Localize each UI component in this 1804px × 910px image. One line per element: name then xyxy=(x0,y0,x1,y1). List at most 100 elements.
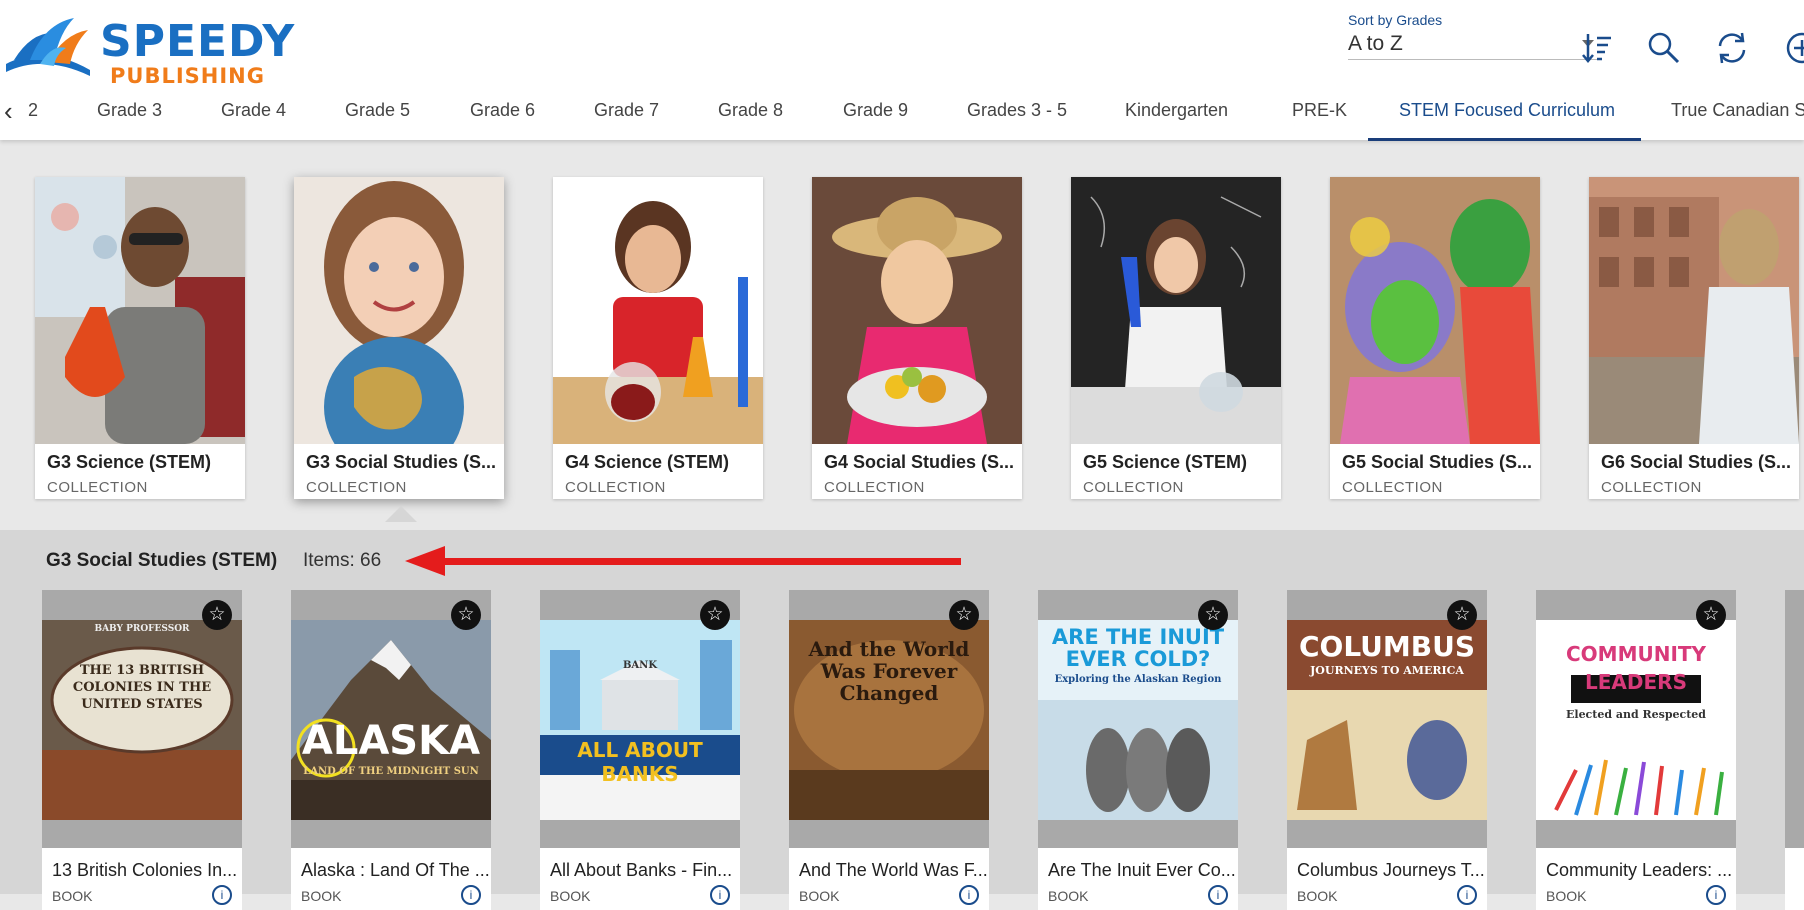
book-cover-subtitle: BANK xyxy=(622,660,658,671)
star-icon[interactable]: ☆ xyxy=(1696,600,1726,630)
collection-card[interactable]: G4 Social Studies (S... COLLECTION xyxy=(812,177,1022,499)
grade-tabs: ‹ 2 Grade 3 Grade 4 Grade 5 Grade 6 Grad… xyxy=(0,88,1804,142)
add-icon[interactable] xyxy=(1784,30,1804,66)
sort-label: Sort by Grades xyxy=(1348,12,1443,28)
book-cover-area: COLUMBUS JOURNEYS TO AMERICA ☆ xyxy=(1287,590,1487,848)
book-cover-title: ALL ABOUT BANKS xyxy=(577,738,703,786)
star-icon[interactable]: ☆ xyxy=(1198,600,1228,630)
sort-icon[interactable] xyxy=(1580,30,1616,66)
book-type: BOOK xyxy=(799,888,840,904)
star-icon[interactable]: ☆ xyxy=(949,600,979,630)
book-cover-title: ARE THE INUIT EVER COLD? xyxy=(1051,625,1225,671)
collection-title: G4 Social Studies (S... xyxy=(824,452,1015,472)
tab-grade-6[interactable]: Grade 6 xyxy=(470,100,535,121)
book-type: BOOK xyxy=(1546,888,1587,904)
tab-grade-7[interactable]: Grade 7 xyxy=(594,100,659,121)
collection-image xyxy=(294,177,504,444)
collection-card[interactable]: G5 Social Studies (S... COLLECTION xyxy=(1330,177,1540,499)
collection-image xyxy=(812,177,1022,444)
book-cover-area: ARE THE INUIT EVER COLD? Exploring the A… xyxy=(1038,590,1238,848)
collection-detail-panel: G3 Social Studies (STEM) Items: 66 BABY … xyxy=(0,530,1804,910)
collection-card[interactable]: G5 Science (STEM) COLLECTION xyxy=(1071,177,1281,499)
book-title: Are The Inuit Ever Co... xyxy=(1048,860,1236,880)
search-icon[interactable] xyxy=(1646,30,1682,66)
book-card[interactable]: COMMUNITY LEADERS Elected and Respected … xyxy=(1536,590,1736,910)
collection-card[interactable]: G4 Science (STEM) COLLECTION xyxy=(553,177,763,499)
book-card[interactable]: BANK ALL ABOUT BANKS ☆ All About Banks -… xyxy=(540,590,740,910)
refresh-icon[interactable] xyxy=(1714,30,1750,66)
book-cover-title: COMMUNITY LEADERS xyxy=(1565,642,1707,694)
book-card[interactable]: And the World Was Forever Changed ☆ And … xyxy=(789,590,989,910)
tab-grades-3-5[interactable]: Grades 3 - 5 xyxy=(967,100,1067,121)
collection-image xyxy=(1589,177,1799,444)
tab-stem-focused-curriculum[interactable]: STEM Focused Curriculum xyxy=(1399,100,1615,121)
collection-image xyxy=(35,177,245,444)
book-cover-subtitle: Elected and Respected xyxy=(1566,708,1706,721)
info-icon[interactable]: i xyxy=(1457,885,1477,905)
info-icon[interactable]: i xyxy=(710,885,730,905)
tabs-prev-arrow-icon[interactable]: ‹ xyxy=(4,96,13,127)
book-cover-area: ALASKA LAND OF THE MIDNIGHT SUN ☆ xyxy=(291,590,491,848)
info-icon[interactable]: i xyxy=(1208,885,1228,905)
book-card[interactable]: ARE THE INUIT EVER COLD? Exploring the A… xyxy=(1038,590,1238,910)
tab-grade-5[interactable]: Grade 5 xyxy=(345,100,410,121)
selected-collection-pointer xyxy=(385,506,417,522)
book-cover-title: THE 13 BRITISH COLONIES IN THE UNITED ST… xyxy=(72,663,212,712)
book-title: 13 British Colonies In... xyxy=(52,860,238,880)
collection-title: G5 Social Studies (S... xyxy=(1342,452,1533,472)
book-card[interactable]: BABY PROFESSOR THE 13 BRITISH COLONIES I… xyxy=(42,590,242,910)
info-icon[interactable]: i xyxy=(461,885,481,905)
collection-card[interactable]: G6 Social Studies (S... COLLECTION xyxy=(1589,177,1799,499)
info-icon[interactable]: i xyxy=(212,885,232,905)
collection-title: G4 Science (STEM) xyxy=(565,452,730,472)
collection-image xyxy=(553,177,763,444)
speedy-publishing-logo[interactable]: SPEEDY PUBLISHING xyxy=(4,14,294,88)
collection-image xyxy=(1330,177,1540,444)
sort-select[interactable]: Sort by Grades A to Z xyxy=(1348,12,1598,60)
book-cover-title: COLUMBUS xyxy=(1298,630,1476,663)
book-cover-area: And the World Was Forever Changed ☆ xyxy=(789,590,989,848)
collection-type: COLLECTION xyxy=(1342,479,1443,496)
tab-grade-8[interactable]: Grade 8 xyxy=(718,100,783,121)
book-card-partial[interactable] xyxy=(1785,590,1804,910)
app-header: SPEEDY PUBLISHING Sort by Grades A to Z … xyxy=(0,0,1804,142)
collection-card[interactable]: G3 Social Studies (S... COLLECTION xyxy=(294,177,504,499)
collections-row: G3 Science (STEM) COLLECTION G3 Social S… xyxy=(0,142,1804,532)
info-icon[interactable]: i xyxy=(959,885,979,905)
tab-pre-k[interactable]: PRE-K xyxy=(1292,100,1347,121)
tab-grade-9[interactable]: Grade 9 xyxy=(843,100,908,121)
book-title: Community Leaders: ... xyxy=(1546,860,1733,880)
book-cover-area xyxy=(1785,590,1804,848)
sort-value[interactable]: A to Z xyxy=(1348,32,1598,60)
collection-type: COLLECTION xyxy=(306,479,407,496)
collection-type: COLLECTION xyxy=(824,479,925,496)
tab-grade-4[interactable]: Grade 4 xyxy=(221,100,286,121)
book-type: BOOK xyxy=(1048,888,1089,904)
brand-subtitle: PUBLISHING xyxy=(110,64,265,88)
star-icon[interactable]: ☆ xyxy=(451,600,481,630)
tab-partial[interactable]: 2 xyxy=(28,100,38,121)
star-icon[interactable]: ☆ xyxy=(202,600,232,630)
book-type: BOOK xyxy=(52,888,93,904)
star-icon[interactable]: ☆ xyxy=(1447,600,1477,630)
collection-card[interactable]: G3 Science (STEM) COLLECTION xyxy=(35,177,245,499)
tab-kindergarten[interactable]: Kindergarten xyxy=(1125,100,1228,121)
collection-image xyxy=(1071,177,1281,444)
collection-type: COLLECTION xyxy=(47,479,148,496)
sort-selected-value: A to Z xyxy=(1348,32,1403,55)
info-icon[interactable]: i xyxy=(1706,885,1726,905)
collection-type: COLLECTION xyxy=(565,479,666,496)
book-type: BOOK xyxy=(1297,888,1338,904)
book-cover-area: BABY PROFESSOR THE 13 BRITISH COLONIES I… xyxy=(42,590,242,848)
collection-title: G5 Science (STEM) xyxy=(1083,452,1248,472)
book-cover-subtitle: Exploring the Alaskan Region xyxy=(1054,674,1222,685)
tab-true-canadian[interactable]: True Canadian S xyxy=(1671,100,1804,121)
collection-title: G3 Social Studies (S... xyxy=(306,452,497,472)
book-card[interactable]: ALASKA LAND OF THE MIDNIGHT SUN ☆ Alaska… xyxy=(291,590,491,910)
book-card[interactable]: COLUMBUS JOURNEYS TO AMERICA ☆ Columbus … xyxy=(1287,590,1487,910)
book-logo-icon xyxy=(6,18,90,76)
tab-grade-3[interactable]: Grade 3 xyxy=(97,100,162,121)
book-type: BOOK xyxy=(301,888,342,904)
star-icon[interactable]: ☆ xyxy=(700,600,730,630)
book-cover-subtitle: JOURNEYS TO AMERICA xyxy=(1310,664,1464,677)
